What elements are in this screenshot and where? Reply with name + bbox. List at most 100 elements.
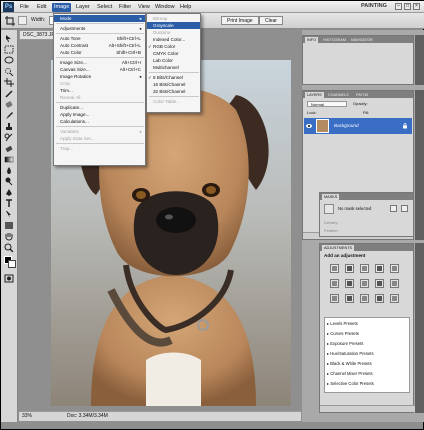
clear-button[interactable]: Clear [259,16,283,25]
menu-edit[interactable]: Edit [35,3,48,12]
mode-menu-item[interactable]: Multichannel [147,64,200,71]
collapsed-panel-strip-mid[interactable] [415,90,424,240]
image-menu-item[interactable]: Auto Contrast Alt+Shift+Ctrl+L [54,42,145,49]
image-menu-item[interactable]: Apply Image... [54,111,145,118]
brush-tool-icon[interactable] [4,111,14,120]
marquee-tool-icon[interactable] [4,45,14,54]
tab-histogram[interactable]: HISTOGRAM [321,37,348,43]
brightness-icon[interactable] [330,264,339,273]
background-color-swatch[interactable] [8,260,16,268]
tab-adjustments[interactable]: ADJUSTMENTS [322,245,355,251]
mode-menu-item[interactable]: Indexed Color... [147,36,200,43]
hue-saturation-icon[interactable] [330,279,339,288]
blend-mode-select[interactable]: Normal [307,101,347,107]
pen-tool-icon[interactable] [4,188,14,197]
eraser-tool-icon[interactable] [4,144,14,153]
threshold-icon[interactable] [360,294,369,303]
healing-brush-tool-icon[interactable] [4,100,14,109]
zoom-tool-icon[interactable] [4,243,14,252]
shape-tool-icon[interactable] [4,221,14,230]
mode-menu-item[interactable]: ✓ RGB Color [147,43,200,50]
layer-row-background[interactable]: Background [304,118,412,134]
menu-window[interactable]: Window [153,3,177,12]
image-menu-item[interactable]: Auto Tone Shift+Ctrl+L [54,35,145,42]
mode-menu-item[interactable]: Grayscale [147,22,200,29]
menu-image[interactable]: Image [52,3,72,12]
history-brush-tool-icon[interactable] [4,133,14,142]
posterize-icon[interactable] [345,294,354,303]
eyedropper-tool-icon[interactable] [4,89,14,98]
tab-info[interactable]: INFO [305,37,319,43]
mode-menu-item[interactable]: 16 Bits/Channel [147,81,200,88]
mode-menu-item[interactable]: CMYK Color [147,50,200,57]
path-selection-tool-icon[interactable] [4,210,14,219]
image-menu-item[interactable]: Duplicate... [54,104,145,111]
mode-menu-item[interactable]: ✓ 8 Bits/Channel [147,74,200,81]
type-tool-icon[interactable] [4,199,14,208]
color-balance-icon[interactable] [345,279,354,288]
mode-menu-item[interactable]: 32 Bits/Channel [147,88,200,95]
doc-size-info[interactable]: Doc: 3.34M/3.34M [67,412,108,421]
gradient-map-icon[interactable] [375,294,384,303]
zoom-level[interactable]: 33% [22,412,32,421]
preset-row[interactable]: ▸ Levels Presets [327,320,407,328]
channel-mixer-icon[interactable] [390,279,399,288]
preset-row[interactable]: ▸ Selective Color Presets [327,380,407,388]
workspace-switcher[interactable]: PAINTING [361,3,387,9]
menu-help[interactable]: Help [178,3,193,12]
preset-row[interactable]: ▸ Channel Mixer Presets [327,370,407,378]
lasso-tool-icon[interactable] [4,56,14,65]
menu-filter[interactable]: Filter [117,3,133,12]
blur-tool-icon[interactable] [4,166,14,175]
layer-name[interactable]: Background [334,123,359,128]
collapsed-panel-strip-bottom[interactable] [415,243,424,413]
image-menu-item[interactable]: Canvas Size... Alt+Ctrl+C [54,66,145,73]
photo-filter-icon[interactable] [375,279,384,288]
menu-layer[interactable]: Layer [74,3,92,12]
maximize-icon[interactable]: □ [404,3,411,10]
eye-icon[interactable] [306,123,312,129]
levels-icon[interactable] [345,264,354,273]
gradient-tool-icon[interactable] [4,155,14,164]
exposure-icon[interactable] [375,264,384,273]
menu-select[interactable]: Select [95,3,114,12]
tab-layers[interactable]: LAYERS [305,92,324,98]
print-size-button[interactable]: Print Image [221,16,259,25]
tab-masks[interactable]: MASKS [322,194,340,200]
tab-channels[interactable]: CHANNELS [326,92,351,98]
invert-icon[interactable] [330,294,339,303]
collapsed-panel-strip-top[interactable] [415,35,424,85]
mode-menu-item[interactable]: Lab Color [147,57,200,64]
preset-row[interactable]: ▸ Hue/Saturation Presets [327,350,407,358]
tab-navigator[interactable]: NAVIGATOR [349,37,375,43]
preset-row[interactable]: ▸ Black & White Presets [327,360,407,368]
image-menu-item[interactable]: Mode ▸ [54,15,145,22]
image-menu-item[interactable]: Image Rotation ▸ [54,73,145,80]
crop-tool-icon[interactable] [5,16,15,26]
vector-mask-icon[interactable] [401,205,408,212]
image-menu-item[interactable]: Trim... [54,87,145,94]
image-menu-item[interactable]: Image Size... Alt+Ctrl+I [54,59,145,66]
image-menu-item[interactable]: Adjustments ▸ [54,25,145,32]
image-menu-item[interactable]: Calculations... [54,118,145,125]
tool-preset-picker[interactable] [18,16,27,25]
menu-file[interactable]: File [18,3,31,12]
hand-tool-icon[interactable] [4,232,14,241]
quick-mask-icon[interactable] [4,274,14,283]
close-icon[interactable]: × [413,3,420,10]
preset-row[interactable]: ▸ Curves Presets [327,330,407,338]
move-tool-icon[interactable] [4,34,14,43]
clone-stamp-tool-icon[interactable] [4,122,14,131]
pixel-mask-icon[interactable] [390,205,397,212]
tab-paths[interactable]: PATHS [354,92,370,98]
preset-row[interactable]: ▸ Exposure Presets [327,340,407,348]
image-menu-item[interactable]: Auto Color Shift+Ctrl+B [54,49,145,56]
curves-icon[interactable] [360,264,369,273]
black-white-icon[interactable] [360,279,369,288]
crop-icon[interactable] [4,78,14,87]
menu-view[interactable]: View [136,3,152,12]
selective-color-icon[interactable] [390,294,399,303]
vibrance-icon[interactable] [390,264,399,273]
minimize-icon[interactable]: – [395,3,402,10]
dodge-tool-icon[interactable] [4,177,14,186]
